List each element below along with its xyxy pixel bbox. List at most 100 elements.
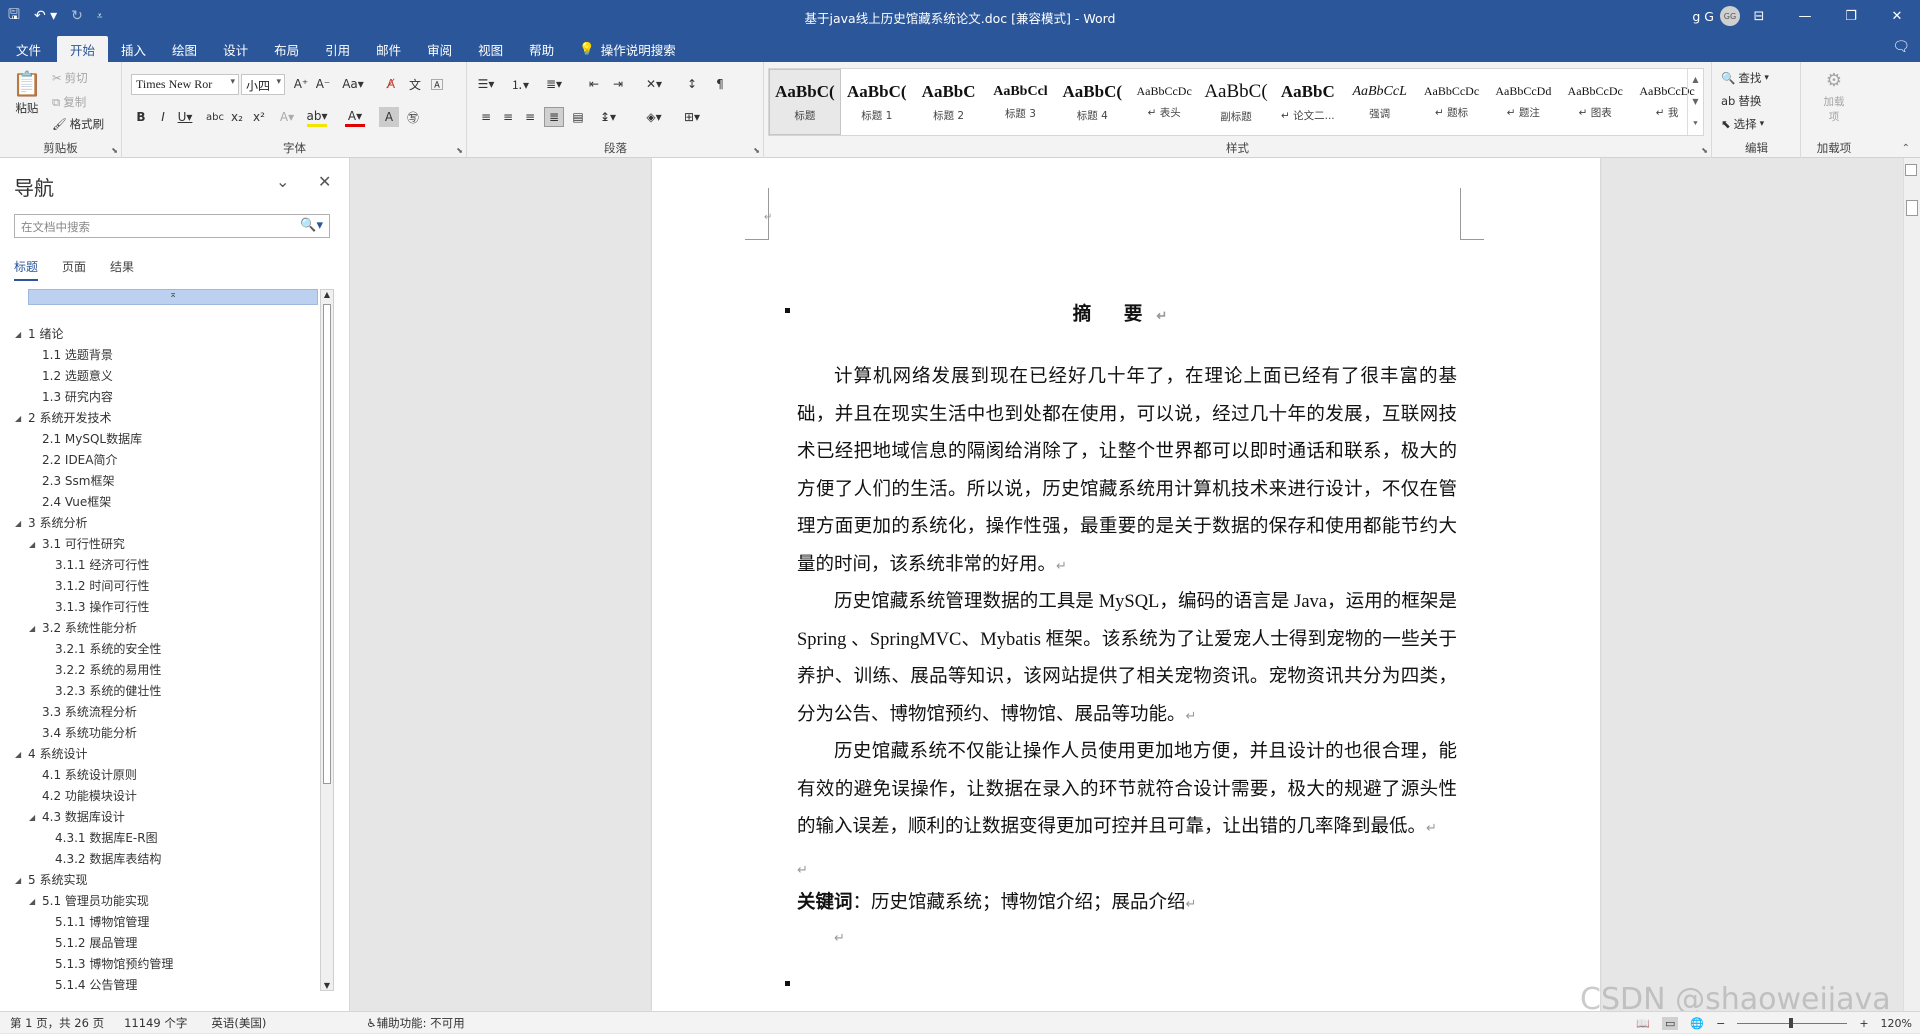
print-layout-icon[interactable]: ▭ [1662,1016,1679,1030]
scroll-up-icon[interactable]: ▲ [321,290,333,299]
restore-button[interactable]: ❐ [1828,0,1874,32]
shading-icon[interactable]: ◈▾ [644,107,664,127]
nav-heading-item[interactable]: 2.2 IDEA简介 [14,450,320,471]
superscript-icon[interactable]: x² [249,107,269,127]
highlight-icon[interactable]: ab▾ [307,107,328,127]
sort-icon[interactable]: ↕ [682,74,702,94]
expand-triangle-icon[interactable]: ◢ [29,618,35,639]
document-page[interactable]: ↵ 摘 要↵ 计算机网络发展到现在已经好几十年了，在理论上面已经有了很丰富的基础… [652,158,1600,1011]
justify-icon[interactable]: ≣ [544,107,564,127]
collapse-all-bar[interactable]: ⌅ [28,289,318,305]
tab-help[interactable]: 帮助 [516,36,567,62]
bold-icon[interactable]: B [131,107,151,127]
numbering-icon[interactable]: ⒈▾ [510,74,530,94]
shrink-font-icon[interactable]: A⁻ [313,74,333,94]
change-case-icon[interactable]: Aa▾ [342,74,364,94]
expand-triangle-icon[interactable]: ◢ [15,408,21,429]
font-size-combo[interactable]: 小四 [241,74,285,95]
nav-heading-item[interactable]: ◢ 3.1 可行性研究 [14,534,320,555]
nav-heading-item[interactable]: ◢ 3 系统分析 [14,513,320,534]
expand-triangle-icon[interactable]: ◢ [15,870,21,891]
copy-button[interactable]: ⧉ 复制 [52,94,86,110]
multilevel-list-icon[interactable]: ≣▾ [544,74,564,94]
nav-heading-item[interactable]: 5.1.2 展品管理 [14,933,320,954]
nav-heading-item[interactable]: 3.3 系统流程分析 [14,702,320,723]
comments-icon[interactable]: 🗨 [1892,39,1910,55]
minimize-button[interactable]: — [1782,0,1828,32]
tab-headings[interactable]: 标题 [14,258,39,281]
align-left-icon[interactable]: ≡ [476,107,496,127]
tab-results[interactable]: 结果 [110,258,134,281]
user-account[interactable]: g G GG [1692,6,1740,26]
zoom-level[interactable]: 120% [1881,1017,1912,1030]
format-painter-button[interactable]: 🖌 格式刷 [52,116,104,132]
nav-options-icon[interactable]: ⌄ [276,172,289,191]
zoom-in-icon[interactable]: + [1859,1017,1868,1030]
nav-heading-item[interactable]: 1.2 选题意义 [14,366,320,387]
expand-triangle-icon[interactable]: ◢ [15,744,21,765]
nav-heading-item[interactable]: 4.3.1 数据库E-R图 [14,828,320,849]
character-shading-icon[interactable]: A [379,107,399,127]
collapse-ribbon-icon[interactable]: ⌃ [1902,143,1910,154]
nav-heading-item[interactable]: 4.3.2 数据库表结构 [14,849,320,870]
nav-heading-item[interactable]: 1.1 选题背景 [14,345,320,366]
language-indicator[interactable]: 英语(美国) [197,1015,276,1031]
align-center-icon[interactable]: ≡ [498,107,518,127]
nav-heading-item[interactable]: 3.2.2 系统的易用性 [14,660,320,681]
nav-scroll-thumb[interactable] [323,304,331,784]
nav-heading-item[interactable]: ◢ 1 绪论 [14,324,320,345]
tab-design[interactable]: 设计 [210,36,261,62]
font-launcher-icon[interactable]: ⬊ [456,146,463,155]
tab-review[interactable]: 审阅 [414,36,465,62]
paragraph-launcher-icon[interactable]: ⬊ [753,146,760,155]
document-scroll-thumb[interactable] [1906,200,1918,216]
expand-triangle-icon[interactable]: ◢ [29,807,35,828]
zoom-slider[interactable] [1737,1017,1848,1028]
redo-icon[interactable]: ↻ [71,8,83,24]
paste-button[interactable]: 📋 粘贴 [12,70,42,116]
distributed-icon[interactable]: ▤ [568,107,588,127]
read-mode-icon[interactable]: 📖 [1636,1017,1650,1030]
align-right-icon[interactable]: ≡ [520,107,540,127]
clear-formatting-icon[interactable]: A̸ [381,74,401,94]
close-button[interactable]: ✕ [1874,0,1920,32]
nav-scrollbar[interactable]: ▲ ▼ [320,289,334,991]
scroll-down-icon[interactable]: ▼ [321,981,333,990]
page-count[interactable]: 第 1 页，共 26 页 [0,1015,114,1031]
zoom-slider-knob[interactable] [1789,1017,1794,1028]
clipboard-launcher-icon[interactable]: ⬊ [111,146,118,155]
nav-heading-item[interactable]: 5.1.4 公告管理 [14,975,320,996]
nav-heading-item[interactable]: 5.1.1 博物馆管理 [14,912,320,933]
nav-heading-item[interactable]: 3.1.3 操作可行性 [14,597,320,618]
show-marks-icon[interactable]: ¶ [710,74,730,94]
strikethrough-icon[interactable]: abc [205,107,225,127]
tab-view[interactable]: 视图 [465,36,516,62]
nav-heading-item[interactable]: 3.4 系统功能分析 [14,723,320,744]
ribbon-display-options-icon[interactable]: ⊟ [1736,0,1782,32]
nav-heading-item[interactable]: 3.1.1 经济可行性 [14,555,320,576]
nav-heading-item[interactable]: ◢ 5 系统实现 [14,870,320,891]
tell-me-search[interactable]: 💡 操作说明搜索 [567,36,688,62]
expand-triangle-icon[interactable]: ◢ [29,891,35,912]
expand-triangle-icon[interactable]: ◢ [15,324,21,345]
undo-icon[interactable]: ↶ ▾ [34,8,57,24]
tab-insert[interactable]: 插入 [108,36,159,62]
line-spacing-icon[interactable]: ↨▾ [598,107,618,127]
italic-icon[interactable]: I [153,107,173,127]
tab-pages[interactable]: 页面 [62,258,86,281]
underline-icon[interactable]: U▾ [175,107,195,127]
word-count[interactable]: 11149 个字 [114,1015,197,1031]
tab-file[interactable]: 文件 [0,36,57,62]
zoom-out-icon[interactable]: − [1716,1017,1725,1030]
subscript-icon[interactable]: x₂ [227,107,247,127]
addins-button[interactable]: ⚙ 加载项 [1816,70,1852,124]
borders-icon[interactable]: ⊞▾ [682,107,702,127]
chinese-layout-icon[interactable]: ✕▾ [644,74,664,94]
font-name-combo[interactable]: Times New Ror [131,74,239,95]
nav-heading-item[interactable]: ◢ 3.2 系统性能分析 [14,618,320,639]
nav-heading-item[interactable]: ◢ 4.3 数据库设计 [14,807,320,828]
text-effects-icon[interactable]: A▾ [277,107,297,127]
nav-heading-item[interactable]: ◢ 4 系统设计 [14,744,320,765]
nav-heading-item[interactable]: ◢ 2 系统开发技术 [14,408,320,429]
search-icon[interactable]: 🔍▾ [300,218,323,233]
